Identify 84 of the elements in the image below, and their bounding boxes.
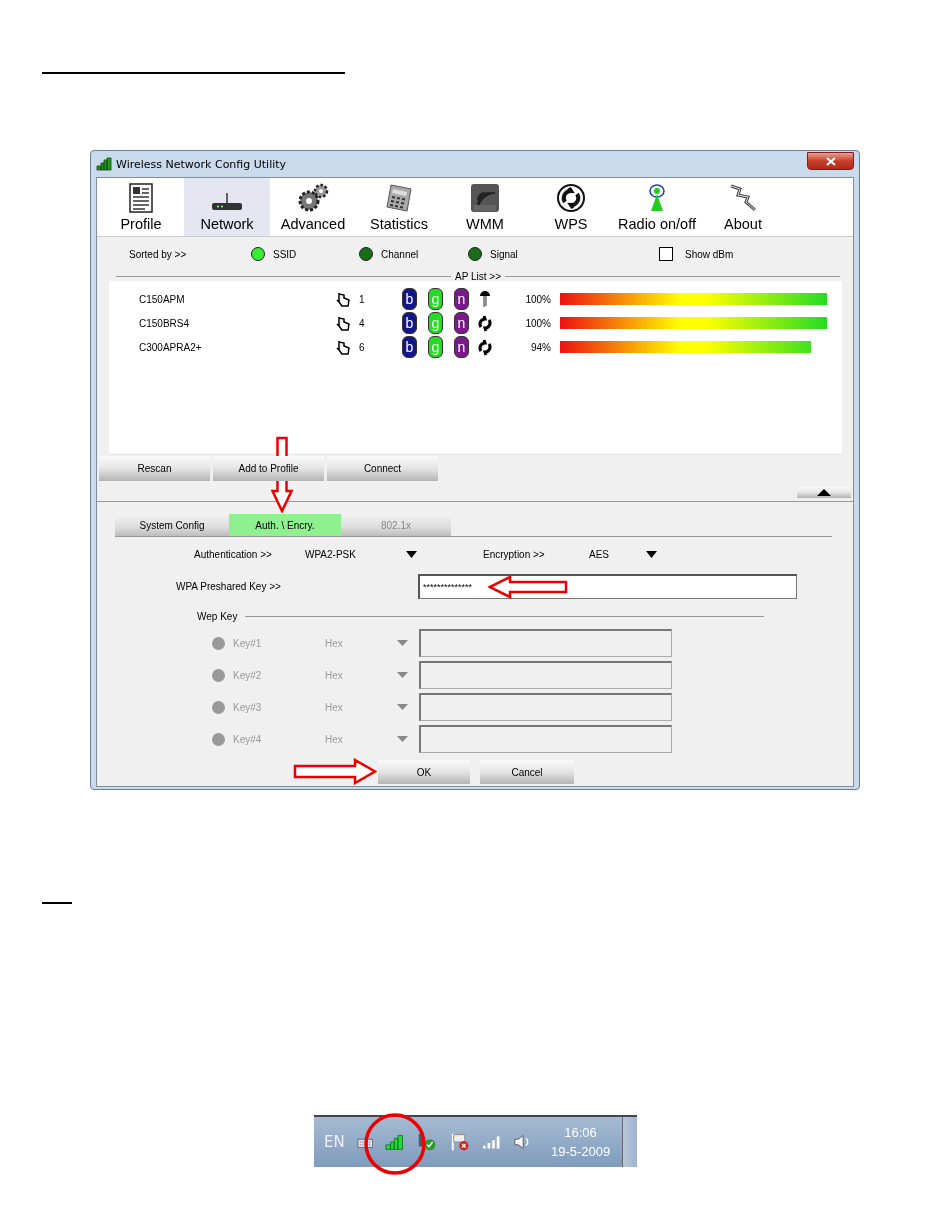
dialog-button[interactable]: Cancel <box>480 760 574 784</box>
toolbar-tab[interactable]: Advanced <box>270 178 356 236</box>
encryption-label: Encryption >> <box>483 548 546 560</box>
list-button[interactable]: Add to Profile <box>213 456 324 481</box>
caret-icon <box>406 550 417 558</box>
list-button[interactable]: Rescan <box>99 456 210 481</box>
antenna-icon <box>647 183 667 213</box>
mode-badge: b <box>402 336 417 358</box>
mode-badge: g <box>428 288 443 310</box>
mode-badge: b <box>402 312 417 334</box>
toolbar-tab[interactable]: Profile <box>98 178 184 236</box>
ssid-text: C150APM <box>138 293 186 305</box>
speaker-icon[interactable] <box>512 1133 531 1151</box>
sort-option[interactable]: SSID <box>251 247 359 261</box>
dialog-button[interactable]: OK <box>378 760 470 784</box>
toolbar-tab[interactable]: Network <box>184 178 270 236</box>
highlight-circle <box>363 1112 427 1176</box>
wifi-bars-icon <box>96 157 112 171</box>
wep-key-heading: Wep Key <box>197 610 238 622</box>
up-triangle-icon <box>817 489 831 496</box>
close-button[interactable] <box>807 152 854 170</box>
toolbar-tab[interactable]: About <box>700 178 786 236</box>
clock-date: 19-5-2009 <box>550 1143 611 1161</box>
qos-icon <box>470 183 500 213</box>
sort-option[interactable]: Signal <box>468 247 659 261</box>
ssid-text: C150BRS4 <box>138 317 191 329</box>
settings-tab[interactable]: Auth. \ Encry. <box>229 514 341 536</box>
list-heading: AP List >> <box>455 270 501 282</box>
signal-percent: 100% <box>524 317 551 329</box>
list-button[interactable]: Connect <box>327 456 438 481</box>
caret-icon <box>397 704 408 710</box>
channel-number: 4 <box>359 317 366 329</box>
signal-percent: 94% <box>530 341 551 353</box>
sort-option[interactable]: Channel <box>359 247 468 261</box>
caret-icon <box>397 640 408 646</box>
mode-badge: b <box>402 288 417 310</box>
calculator-icon <box>385 183 413 213</box>
show-dbm-checkbox[interactable]: Show dBm <box>659 247 734 261</box>
toolbar-tab[interactable]: WPS <box>528 178 614 236</box>
key-icon <box>477 290 493 308</box>
window-title: Wireless Network Config Utility <box>116 157 287 171</box>
gears-icon <box>296 183 330 213</box>
toolbar-tab[interactable]: Radio on/off <box>614 178 700 236</box>
mode-badge: n <box>454 312 469 334</box>
key-label: Key#2 <box>233 669 263 681</box>
key-label: Key#3 <box>233 701 263 713</box>
authentication-dropdown[interactable]: WPA2-PSK <box>305 548 417 560</box>
show-desktop-button[interactable] <box>622 1117 637 1167</box>
preshared-key-field[interactable]: ************** <box>418 574 797 599</box>
mode-badge: g <box>428 336 443 358</box>
sort-label: Sorted by >> <box>129 248 188 260</box>
close-icon <box>825 156 836 166</box>
flag-error-icon[interactable] <box>449 1132 471 1152</box>
document-icon <box>129 183 153 213</box>
circular-arrows-icon <box>477 338 493 356</box>
hand-pointer-icon <box>336 315 350 331</box>
key-label: Key#1 <box>233 637 263 649</box>
encryption-dropdown[interactable]: AES <box>589 548 657 560</box>
caret-icon <box>646 550 657 558</box>
key-label: Key#4 <box>233 733 263 745</box>
signal-bars-icon[interactable] <box>482 1134 501 1150</box>
toolbar-tab[interactable]: Statistics <box>356 178 442 236</box>
channel-number: 6 <box>359 341 366 353</box>
circular-arrows-icon <box>477 314 493 332</box>
channel-number: 1 <box>359 293 366 305</box>
hand-pointer-icon <box>336 339 350 355</box>
settings-tab[interactable]: System Config <box>115 514 229 536</box>
ssid-text: C300APRA2+ <box>138 341 203 353</box>
mode-badge: n <box>454 336 469 358</box>
circular-arrows-icon <box>556 183 586 213</box>
authentication-label: Authentication >> <box>194 548 273 560</box>
signal-percent: 100% <box>524 293 551 305</box>
clock-time: 16:06 <box>564 1124 597 1142</box>
toolbar-tab[interactable]: WMM <box>442 178 528 236</box>
collapse-button[interactable] <box>797 487 851 498</box>
zigzag-icon <box>728 183 758 213</box>
hand-pointer-icon <box>336 291 350 307</box>
caret-icon <box>397 736 408 742</box>
mode-badge: g <box>428 312 443 334</box>
wifi-bars-icon[interactable] <box>385 1133 404 1151</box>
mode-badge: n <box>454 288 469 310</box>
router-icon <box>210 191 244 213</box>
preshared-key-label: WPA Preshared Key >> <box>176 581 282 592</box>
caret-icon <box>397 672 408 678</box>
